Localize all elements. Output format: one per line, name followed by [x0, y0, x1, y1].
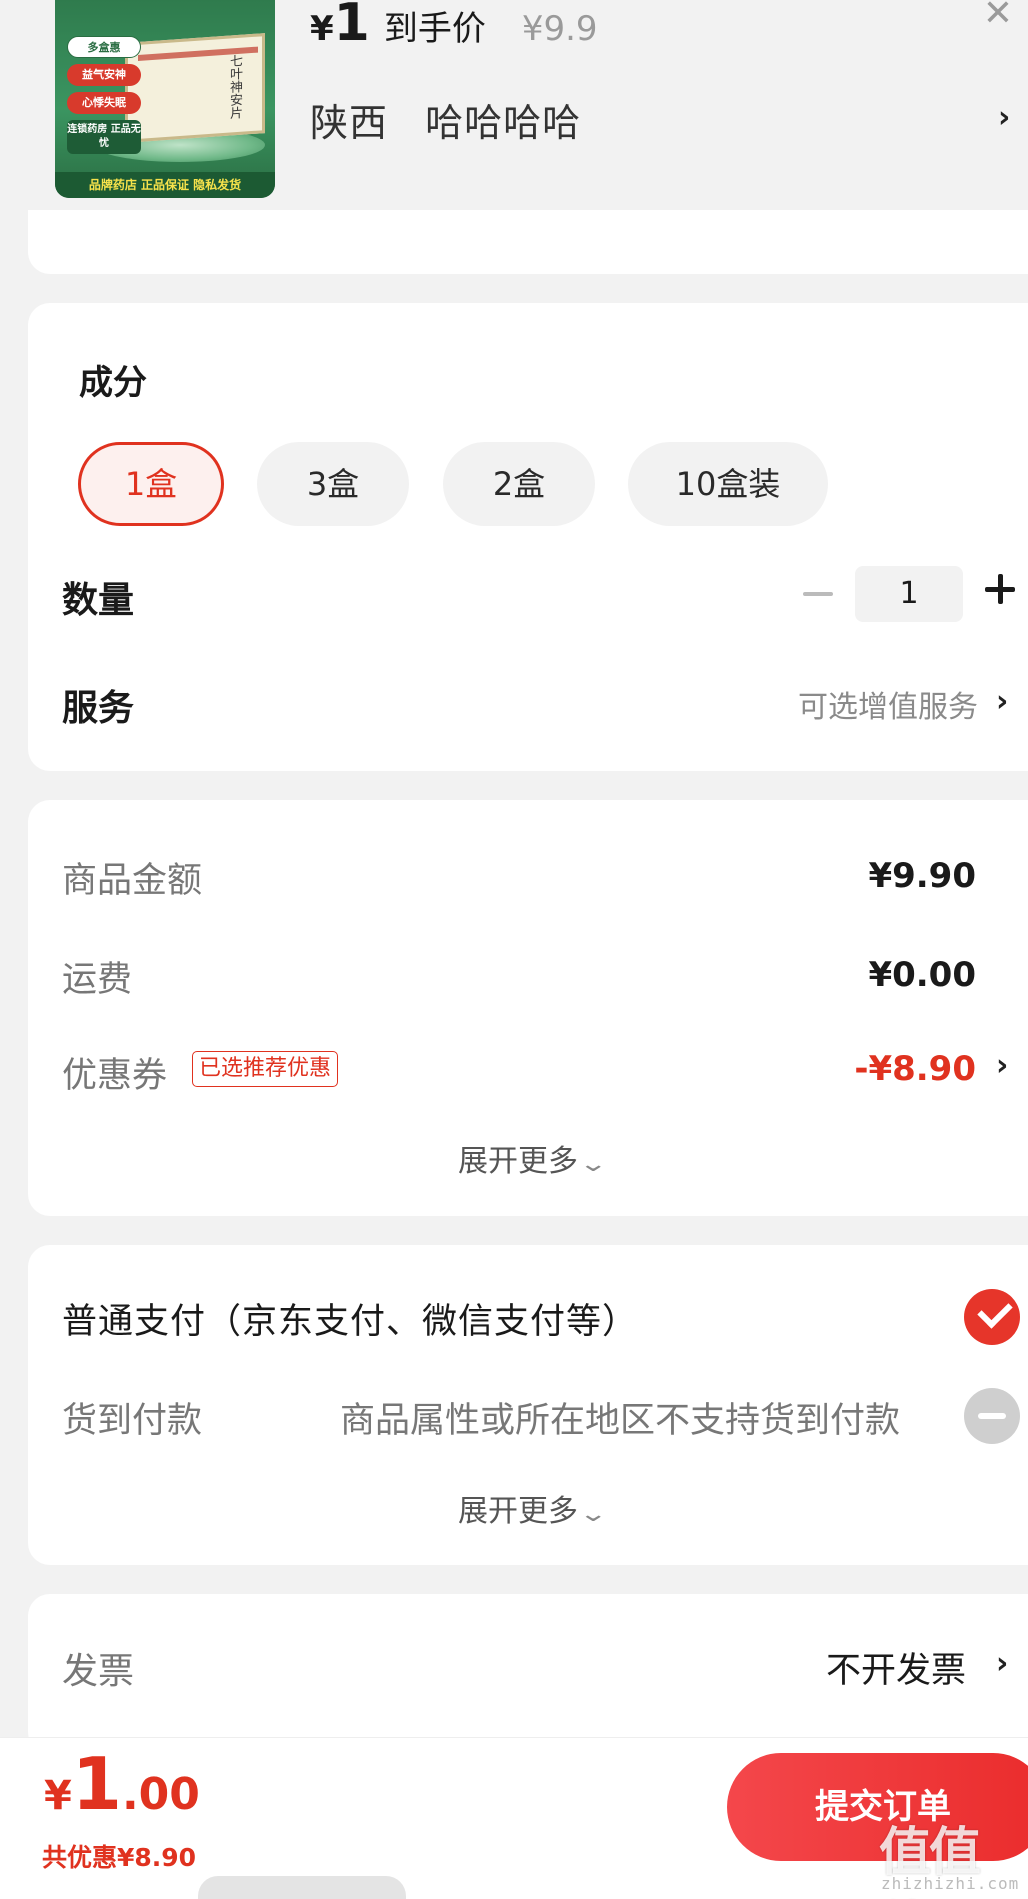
- shipping-label: 运费: [62, 960, 133, 1000]
- thumb-box-title: 七叶神安片: [227, 53, 242, 120]
- expand-more-button[interactable]: 展开更多⌄: [458, 1136, 608, 1180]
- thumb-pill-deal: 多盒惠: [67, 36, 141, 58]
- watermark: 值值值 zhizhizhi.com: [875, 1810, 1025, 1899]
- coupon-value[interactable]: -¥8.90: [854, 1049, 976, 1089]
- invoice-value[interactable]: 不开发票: [826, 1642, 966, 1693]
- service-hint[interactable]: 可选增值服务: [798, 682, 978, 726]
- product-thumbnail[interactable]: 七叶神安片 多盒惠 益气安神 心悸失眠 连锁药房 正品无忧 品牌药店 正品保证 …: [55, 0, 275, 198]
- expand-more-label: 展开更多: [458, 1144, 578, 1179]
- thumb-pill-store: 连锁药房 正品无忧: [67, 120, 141, 154]
- address-selector[interactable]: 陕西 哈哈哈哈: [310, 92, 581, 147]
- quantity-label: 数量: [62, 580, 135, 621]
- total-currency: ¥: [44, 1773, 72, 1819]
- plus-icon[interactable]: [985, 574, 1015, 604]
- spec-title: 成分: [79, 363, 147, 403]
- spec-option[interactable]: 2盒: [443, 442, 595, 526]
- invoice-label: 发票: [62, 1651, 135, 1692]
- minus-icon[interactable]: [803, 592, 833, 596]
- watermark-url: zhizhizhi.com: [881, 1874, 1020, 1893]
- shipping-value: ¥0.00: [868, 955, 976, 995]
- spec-option[interactable]: 10盒装: [628, 442, 828, 526]
- spec-option[interactable]: 3盒: [257, 442, 409, 526]
- price-tag: 到手价: [383, 9, 486, 49]
- goods-amount-label: 商品金额: [62, 861, 203, 901]
- goods-amount-value: ¥9.90: [868, 856, 976, 896]
- check-icon[interactable]: [964, 1289, 1020, 1345]
- spec-option-selected[interactable]: 1盒: [78, 442, 224, 526]
- price-row: ¥ 1 到手价 ¥9.9: [310, 0, 598, 50]
- chevron-right-icon[interactable]: ›: [996, 684, 1008, 719]
- product-header: 七叶神安片 多盒惠 益气安神 心悸失眠 连锁药房 正品无忧 品牌药店 正品保证 …: [0, 0, 1028, 232]
- payment-normal-label[interactable]: 普通支付（京东支付、微信支付等）: [62, 1293, 638, 1344]
- thumb-pill-benefit: 益气安神: [67, 64, 141, 86]
- expand-more-label: 展开更多: [458, 1494, 578, 1529]
- chevron-down-icon: ⌄: [578, 1502, 608, 1527]
- expand-more-button[interactable]: 展开更多⌄: [458, 1486, 608, 1530]
- address-detail: 哈哈哈哈: [425, 101, 582, 145]
- total-price: ¥ 1 .00: [44, 1742, 200, 1826]
- address-region: 陕西: [310, 101, 389, 145]
- coupon-label: 优惠券: [62, 1056, 168, 1096]
- payment-cod-note: 商品属性或所在地区不支持货到付款: [340, 1401, 901, 1441]
- thumb-footer-banner: 品牌药店 正品保证 隐私发货: [55, 172, 275, 198]
- thumb-box-graphic: 七叶神安片: [125, 33, 265, 143]
- address-card-bottom: [28, 210, 1028, 274]
- quantity-input[interactable]: 1: [855, 566, 963, 622]
- total-saved: 共优惠¥8.90: [42, 1843, 197, 1872]
- chevron-right-icon[interactable]: ›: [996, 1646, 1008, 1681]
- price-original: ¥9.9: [521, 9, 598, 49]
- chevron-right-icon[interactable]: ›: [998, 100, 1010, 135]
- total-decimal: .00: [121, 1769, 200, 1820]
- coupon-badge: 已选推荐优惠: [192, 1051, 339, 1087]
- service-label: 服务: [62, 688, 135, 729]
- price-currency: ¥: [310, 9, 334, 49]
- total-integer: 1: [71, 1742, 122, 1826]
- chevron-down-icon: ⌄: [578, 1152, 608, 1177]
- close-icon[interactable]: ✕: [980, 0, 1016, 32]
- price-value: 1: [333, 0, 370, 53]
- disabled-icon: [964, 1388, 1020, 1444]
- chevron-right-icon[interactable]: ›: [996, 1048, 1008, 1083]
- thumb-pill-symptom: 心悸失眠: [67, 92, 141, 114]
- payment-cod-label: 货到付款: [62, 1401, 203, 1441]
- bottom-handle: [198, 1876, 406, 1899]
